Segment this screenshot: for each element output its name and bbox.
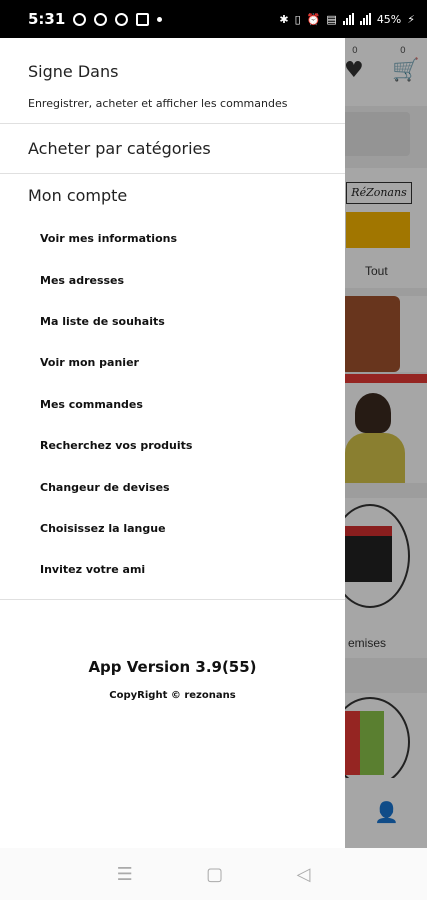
status-right: ✱ ▯ ⏰ ▤ 45% ⚡ [279,13,415,26]
battery-percent: 45% [376,12,402,26]
teams-icon [136,12,150,26]
shop-by-category[interactable]: Acheter par catégories [0,124,345,174]
alarm-icon: ⏰ [306,12,321,26]
bluetooth-icon: ✱ [279,12,289,26]
app-icon [94,12,108,26]
account-title: Mon compte [28,186,128,205]
menu-item-invite[interactable]: Invitez votre ami [0,549,345,590]
back-icon[interactable]: ◁ [296,864,310,885]
menu-item-orders[interactable]: Mes commandes [0,384,345,425]
battery-icon: ⚡ [407,12,415,26]
whatsapp-icon [73,12,87,26]
account-menu: Voir mes informations Mes adresses Ma li… [0,218,345,591]
vibrate-icon: ▯ [294,12,301,26]
home-icon[interactable]: ▢ [206,864,223,885]
app-version: App Version 3.9(55) [88,657,257,676]
menu-item-my-info[interactable]: Voir mes informations [0,218,345,259]
menu-item-wishlist[interactable]: Ma liste de souhaits [0,301,345,342]
signin-section[interactable]: Signe Dans Enregistrer, acheter et affic… [0,38,345,124]
menu-item-search[interactable]: Recherchez vos produits [0,425,345,466]
status-left: 5:31 [28,10,163,28]
menu-item-cart[interactable]: Voir mon panier [0,342,345,383]
messenger-icon [115,12,129,26]
signal-icon [342,13,354,25]
divider [0,598,345,600]
navigation-drawer: Signe Dans Enregistrer, acheter et affic… [0,38,345,848]
volte-icon: ▤ [326,12,337,26]
menu-item-language[interactable]: Choisissez la langue [0,508,345,549]
menu-item-currency[interactable]: Changeur de devises [0,466,345,507]
system-nav-bar: ☰ ▢ ◁ [0,848,427,900]
dot-icon [157,16,163,22]
status-bar: 5:31 ✱ ▯ ⏰ ▤ 45% ⚡ [0,0,427,38]
signin-title[interactable]: Signe Dans [28,62,317,81]
menu-item-addresses[interactable]: Mes adresses [0,259,345,300]
status-time: 5:31 [28,10,66,28]
signal-icon [359,13,371,25]
recents-icon[interactable]: ☰ [117,864,133,885]
copyright: CopyRight © rezonans [109,689,236,701]
signin-subtitle: Enregistrer, acheter et afficher les com… [28,97,288,110]
